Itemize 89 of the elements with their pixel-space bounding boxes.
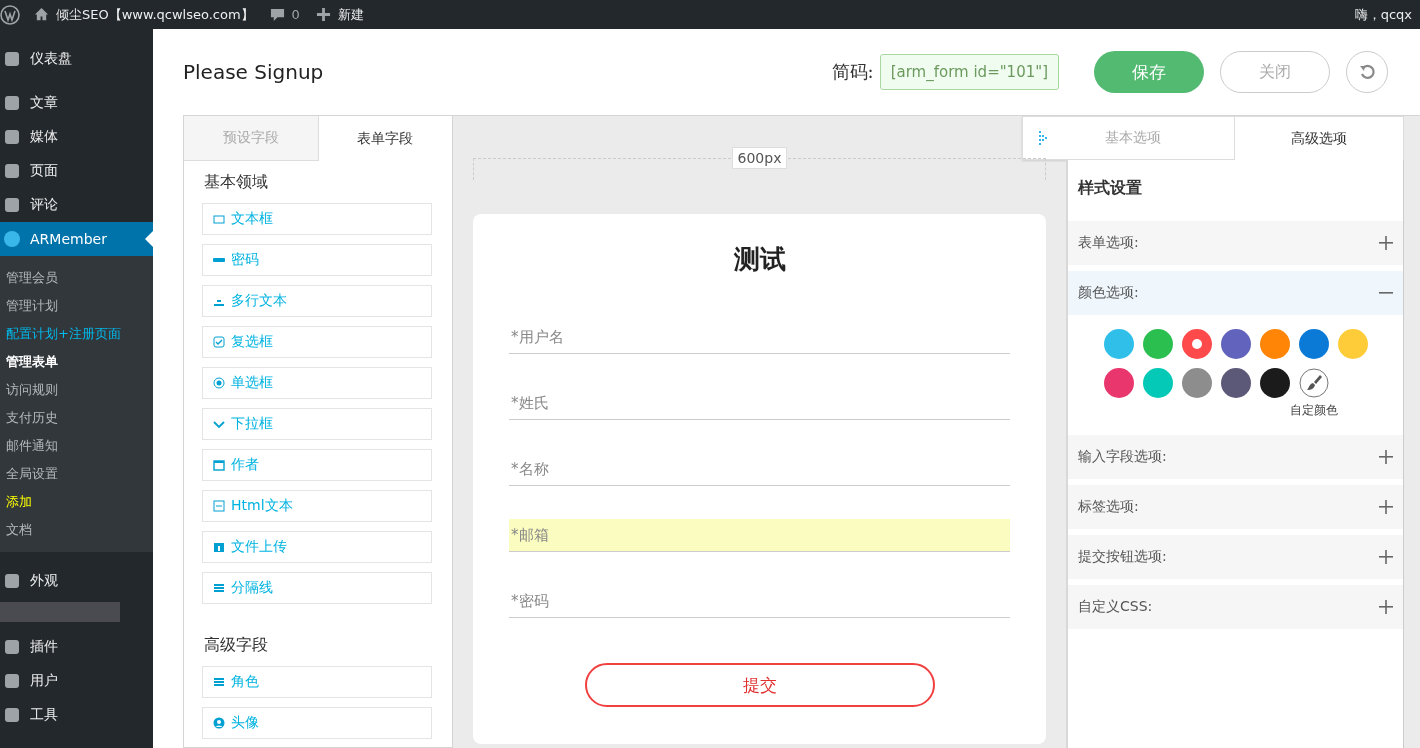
accordion-header[interactable]: 颜色选项: bbox=[1068, 271, 1403, 315]
chev-icon bbox=[213, 418, 225, 430]
color-swatch[interactable] bbox=[1221, 329, 1251, 359]
form-title: Please Signup bbox=[183, 60, 324, 84]
check-icon bbox=[213, 336, 225, 348]
paintbrush-icon[interactable] bbox=[1299, 368, 1329, 398]
menu-icon bbox=[2, 637, 22, 657]
new-link[interactable]: 新建 bbox=[337, 5, 364, 24]
input-field[interactable]: *名称 bbox=[509, 453, 1010, 486]
menu-icon bbox=[2, 671, 22, 691]
color-swatch[interactable] bbox=[1260, 329, 1290, 359]
wordpress-logo-icon[interactable] bbox=[0, 4, 20, 25]
accordion-header[interactable]: 表单选项: bbox=[1068, 221, 1403, 265]
user-greeting[interactable]: 嗨，qcqx bbox=[1354, 5, 1412, 24]
rect-icon bbox=[213, 213, 225, 225]
bars-icon bbox=[213, 676, 225, 688]
sidebar-item[interactable]: 用户 bbox=[0, 664, 153, 698]
menu-icon bbox=[2, 229, 22, 249]
input-field[interactable]: *邮箱 bbox=[509, 519, 1010, 552]
color-swatch[interactable] bbox=[1143, 329, 1173, 359]
sidebar-item[interactable]: 评论 bbox=[0, 188, 153, 222]
input-field[interactable]: *用户名 bbox=[509, 321, 1010, 354]
width-label: 600px bbox=[731, 147, 788, 169]
sidebar-item[interactable]: 文章 bbox=[0, 86, 153, 120]
radio-icon bbox=[213, 377, 225, 389]
user-icon bbox=[213, 717, 225, 729]
submenu-item[interactable]: 配置计划+注册页面 bbox=[0, 320, 153, 348]
menu-icon bbox=[2, 195, 22, 215]
plus-icon[interactable] bbox=[315, 7, 331, 22]
bars-icon bbox=[213, 582, 225, 594]
submenu-item[interactable]: 邮件通知 bbox=[0, 432, 153, 460]
plus-icon bbox=[1379, 236, 1393, 250]
submenu-item[interactable]: 管理表单 bbox=[0, 348, 153, 376]
submenu-item[interactable]: 管理计划 bbox=[0, 292, 153, 320]
shortcode-field[interactable]: [arm_form id="101"] bbox=[879, 54, 1059, 90]
site-name-link[interactable]: 倾尘SEO【www.qcwlseo.com】 bbox=[56, 5, 254, 24]
panel-heading: 样式设置 bbox=[1077, 177, 1143, 199]
submenu-item[interactable]: 添加 bbox=[0, 488, 153, 516]
submenu-item[interactable]: 管理会员 bbox=[0, 264, 153, 292]
menu-icon bbox=[2, 127, 22, 147]
color-swatch[interactable] bbox=[1260, 368, 1290, 398]
accordion-header[interactable]: 输入字段选项: bbox=[1068, 435, 1403, 479]
submit-button[interactable]: 提交 bbox=[584, 663, 935, 707]
color-swatch[interactable] bbox=[1182, 329, 1212, 359]
comment-icon[interactable] bbox=[269, 7, 285, 22]
input-field[interactable]: *密码 bbox=[509, 585, 1010, 618]
grip-icon[interactable] bbox=[1039, 131, 1047, 145]
accordion-header[interactable]: 标签选项: bbox=[1068, 485, 1403, 529]
home-icon[interactable] bbox=[34, 7, 49, 22]
sidebar-item[interactable]: 插件 bbox=[0, 630, 153, 664]
submenu-item[interactable]: 支付历史 bbox=[0, 404, 153, 432]
plus-icon bbox=[1379, 600, 1393, 614]
group-heading: 高级字段 bbox=[203, 634, 269, 656]
plus-icon bbox=[1379, 500, 1393, 514]
submenu-item[interactable]: 文档 bbox=[0, 516, 153, 544]
color-swatch[interactable] bbox=[1299, 329, 1329, 359]
sidebar-item[interactable]: 媒体 bbox=[0, 120, 153, 154]
input-field[interactable]: *姓氏 bbox=[509, 387, 1010, 420]
sidebar-item[interactable]: ARMember bbox=[0, 222, 153, 256]
undo-icon bbox=[1358, 63, 1376, 81]
color-swatch[interactable] bbox=[1221, 368, 1251, 398]
menu-icon bbox=[2, 705, 22, 725]
color-swatch[interactable] bbox=[1104, 329, 1134, 359]
plus-icon bbox=[1379, 550, 1393, 564]
shortcode-label: 简码: bbox=[831, 60, 874, 84]
menu-icon bbox=[2, 571, 22, 591]
form-heading: 测试 bbox=[732, 243, 787, 276]
submenu-item[interactable]: 全局设置 bbox=[0, 460, 153, 488]
color-swatch[interactable] bbox=[1338, 329, 1368, 359]
accordion-header[interactable]: 自定义CSS: bbox=[1068, 585, 1403, 629]
box-icon bbox=[213, 541, 225, 553]
color-swatch[interactable] bbox=[1143, 368, 1173, 398]
submenu-item[interactable]: 访问规则 bbox=[0, 376, 153, 404]
menu-icon bbox=[2, 49, 22, 69]
accordion-header[interactable]: 提交按钮选项: bbox=[1068, 535, 1403, 579]
panel-tab[interactable]: 高级选项 bbox=[1235, 116, 1404, 160]
sidebar-item[interactable]: 工具 bbox=[0, 698, 153, 732]
color-swatch[interactable] bbox=[1182, 368, 1212, 398]
sidebar-item[interactable]: 仪表盘 bbox=[0, 42, 153, 76]
group-heading: 基本领域 bbox=[203, 171, 269, 193]
sidebar-item[interactable]: 外观 bbox=[0, 564, 153, 598]
sidebar-item[interactable]: 页面 bbox=[0, 154, 153, 188]
menu-icon bbox=[2, 93, 22, 113]
color-swatch[interactable] bbox=[1104, 368, 1134, 398]
plus-icon bbox=[1379, 450, 1393, 464]
custom-color-label: 自定颜色 bbox=[1290, 402, 1338, 419]
reset-button[interactable] bbox=[1346, 51, 1388, 93]
menu-icon bbox=[2, 161, 22, 181]
comment-count[interactable]: 0 bbox=[291, 7, 300, 22]
